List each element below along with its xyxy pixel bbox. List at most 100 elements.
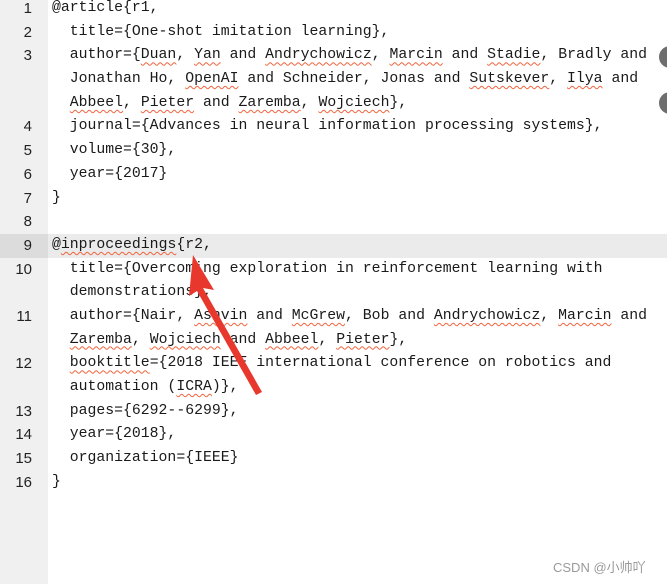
code-segment: {r2, [176,236,212,253]
line-number [0,68,48,92]
line-number: 3 [0,44,48,68]
line-number: 11 [0,305,48,329]
code-text: } [52,471,61,495]
spelling-error-word: ICRA [176,379,212,395]
watermark: CSDN @小帅吖 [553,560,646,575]
code-line[interactable]: Zaremba, Wojciech and Abbeel, Pieter}, [0,329,667,353]
code-line[interactable]: 15 organization={IEEE} [0,447,667,471]
code-text: year={2017} [52,163,168,187]
spelling-error-word: McGrew [291,307,346,324]
code-segment: and [602,71,639,88]
line-number-text: 11 [16,307,32,325]
code-line[interactable]: demonstrations}, [0,281,667,305]
spelling-error-word: Pieter [140,94,195,111]
line-number-text: 14 [15,426,32,444]
code-line[interactable]: 6 year={2017} [0,163,667,187]
code-segment: journal={Advances in neural information … [52,118,603,135]
line-number-text: 5 [23,142,32,160]
line-number [0,376,48,400]
code-segment: , [176,47,195,64]
code-segment: and [220,331,266,348]
spelling-error-word: Zaremba [69,331,132,348]
code-line[interactable]: 11 author={Nair, Ashvin and McGrew, Bob … [0,305,667,329]
code-text: year={2018}, [52,423,177,447]
code-segment: and Schneider, Jonas and [238,71,470,88]
code-segment: organization={IEEE} [52,450,239,467]
code-segment: , Bradly and [540,47,647,64]
code-text: booktitle={2018 IEEE international confe… [52,352,612,376]
spelling-error-word: OpenAI [185,71,239,88]
line-number [0,329,48,353]
spelling-error-word: Marcin [389,47,443,64]
line-number: 16 [0,471,48,495]
code-line[interactable]: 14 year={2018}, [0,423,667,447]
spelling-error-word: Stadie [487,47,541,64]
code-segment: )}, [211,379,239,395]
code-segment: , [371,47,390,64]
spelling-error-word: Andrychowicz [265,47,372,64]
line-number-text: 15 [15,450,32,468]
line-number-text: 1 [23,0,32,17]
line-number-text: 2 [23,23,32,41]
line-number-text: 12 [15,355,32,373]
code-line[interactable]: 9 @inproceedings{r2, [0,233,667,258]
code-segment: , [131,331,150,348]
code-segment: and [194,94,239,111]
code-editor[interactable]: 1 @article{r1, 2 title={One-shot imitation… [0,0,667,494]
spelling-error-word: Wojciech [149,331,221,348]
code-segment: automation ( [52,379,177,395]
code-line[interactable]: 5 volume={30}, [0,139,667,163]
code-text: title={Overcoming exploration in reinfor… [52,258,603,282]
line-number-text: 9 [23,236,32,254]
code-line[interactable]: Jonathan Ho, OpenAI and Schneider, Jonas… [0,68,667,92]
code-segment: pages={6292--6299}, [52,402,239,419]
code-segment: @article{r1, [52,0,159,16]
code-line[interactable]: 3 author={Duan, Yan and Andrychowicz, Ma… [0,44,667,68]
code-segment: and [220,47,266,64]
code-segment: and [442,47,488,64]
line-number: 9 [0,233,48,258]
line-number: 10 [0,258,48,282]
code-text: Jonathan Ho, OpenAI and Schneider, Jonas… [52,68,638,92]
code-line[interactable]: 12 booktitle={2018 IEEE international co… [0,352,667,376]
code-line[interactable]: 16} [0,471,667,495]
code-text: organization={IEEE} [52,447,239,471]
line-number-text: 13 [15,402,32,420]
code-line[interactable]: 10 title={Overcoming exploration in rein… [0,258,667,282]
code-text: author={Nair, Ashvin and McGrew, Bob and… [52,305,647,329]
line-number: 14 [0,423,48,447]
code-segment: ={2018 IEEE international conference on … [149,355,612,372]
line-number-text: 16 [15,473,32,491]
line-number: 5 [0,139,48,163]
code-segment: volume={30}, [52,142,177,159]
line-number-text: 3 [23,47,32,65]
code-text: automation (ICRA)}, [52,376,239,400]
code-segment: @ [52,236,61,253]
line-number [0,92,48,116]
code-line[interactable]: 8 [0,210,667,234]
spelling-error-word: Yan [194,47,221,64]
code-line[interactable]: 1 @article{r1, [0,0,667,21]
line-number-text: 4 [23,118,32,136]
line-number [0,281,48,305]
code-segment: demonstrations}, [52,284,212,301]
code-line[interactable]: automation (ICRA)}, [0,376,667,400]
spelling-error-word: Abbeel [69,94,124,111]
code-segment: title={One-shot imitation learning}, [52,23,390,40]
code-line[interactable]: 13 pages={6292--6299}, [0,400,667,424]
spelling-error-word: Wojciech [318,94,390,111]
code-line[interactable]: 4 journal={Advances in neural informatio… [0,115,667,139]
code-line[interactable]: Abbeel, Pieter and Zaremba, Wojciech}, [0,92,667,116]
line-number: 4 [0,115,48,139]
code-segment: } [52,189,61,206]
spelling-error-word: Sutskever [469,71,550,88]
code-segment: , Bob and [345,307,434,324]
line-number: 13 [0,400,48,424]
code-line[interactable]: 2 title={One-shot imitation learning}, [0,21,667,45]
line-number: 12 [0,352,48,376]
line-number: 2 [0,21,48,45]
code-line[interactable]: 7} [0,187,667,211]
code-text: Zaremba, Wojciech and Abbeel, Pieter}, [52,329,407,353]
